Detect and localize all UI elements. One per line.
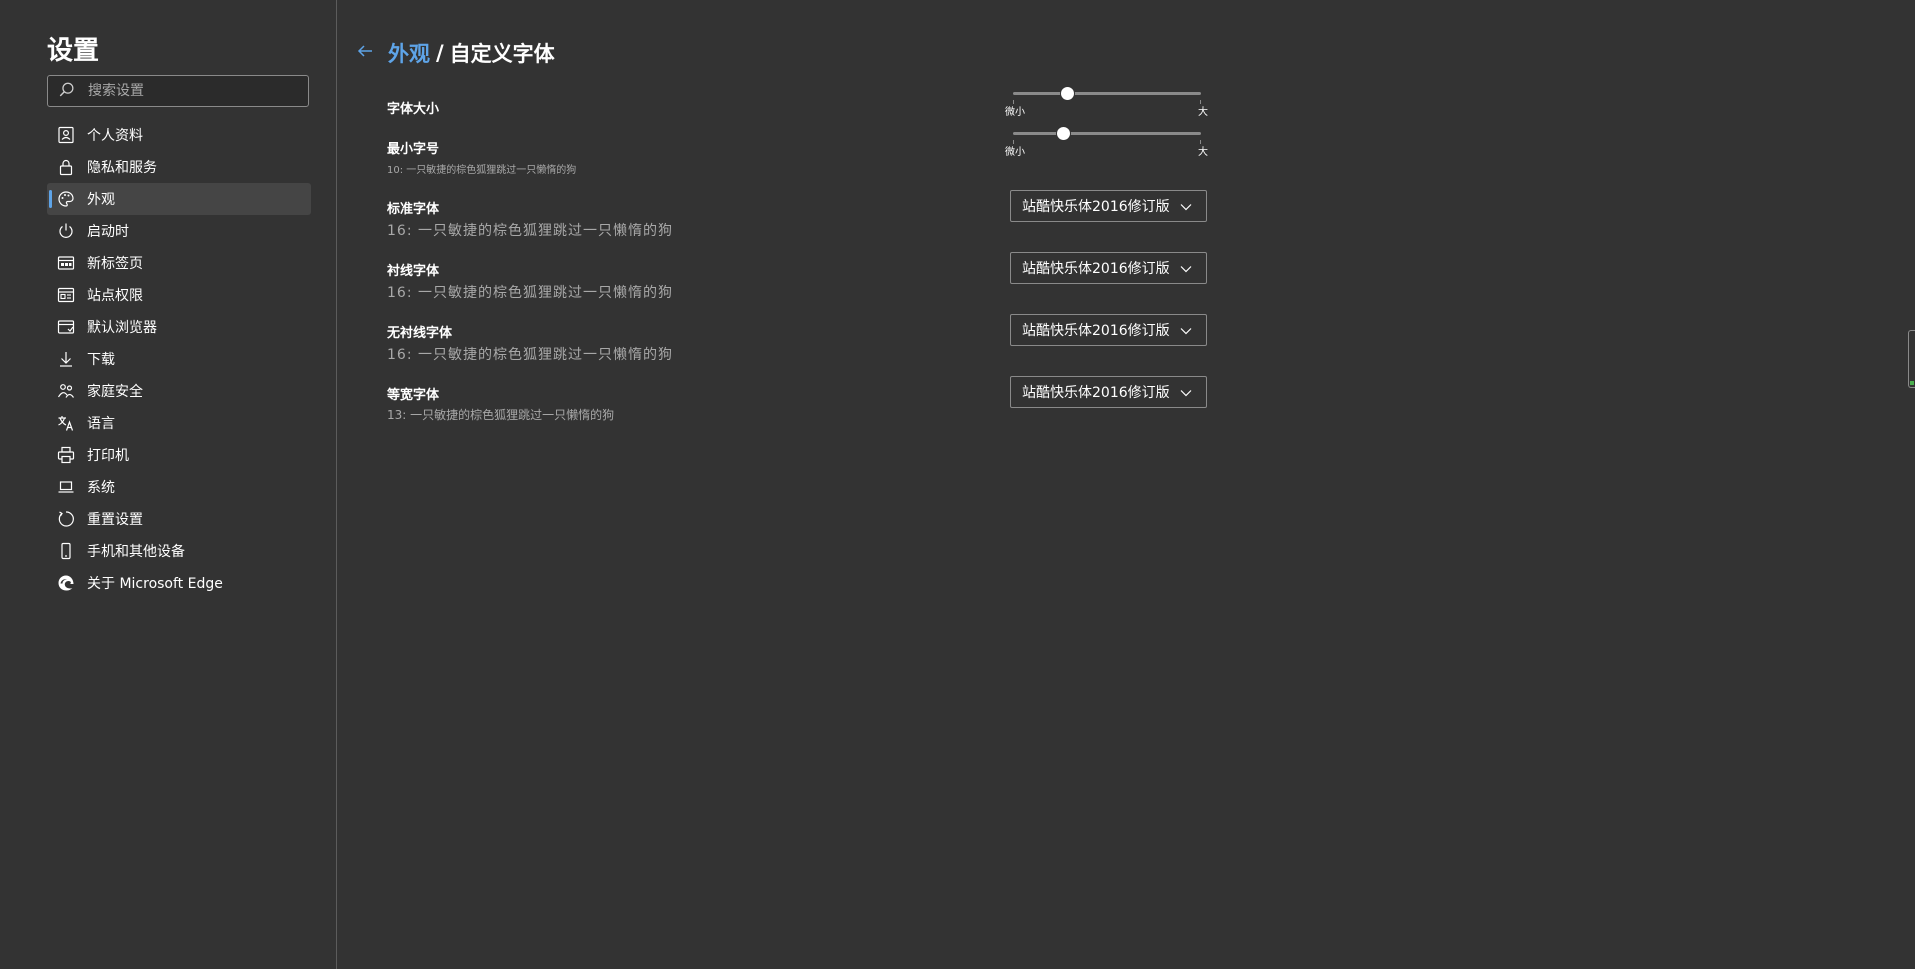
back-button[interactable] [356,41,388,66]
sidebar-title: 设置 [47,36,100,66]
sans-serif-font-dropdown[interactable]: 站酷快乐体2016修订版 [1010,314,1207,346]
sidebar-item-new-tab[interactable]: 新标签页 [47,247,311,279]
breadcrumb-current: 自定义字体 [449,42,555,66]
serif-font-sample: 16: 一只敏捷的棕色狐狸跳过一只懒惰的狗 [387,285,673,301]
palette-icon [57,190,75,208]
download-icon [57,350,75,368]
serif-font-label: 衬线字体 [387,264,440,279]
fixed-width-font-label: 等宽字体 [387,388,440,403]
sidebar-item-default-browser[interactable]: 默认浏览器 [47,311,311,343]
slider-thumb[interactable] [1059,86,1075,101]
sidebar-item-label: 外观 [87,192,115,208]
page-title: 外观 / 自定义字体 [356,38,555,68]
sidebar-item-label: 关于 Microsoft Edge [87,576,223,592]
back-arrow-icon [357,44,372,57]
chevron-down-icon [1180,266,1192,273]
sidebar-item-profile[interactable]: 个人资料 [47,119,311,151]
lock-icon [57,158,75,176]
sidebar-item-label: 默认浏览器 [87,320,157,336]
sidebar-item-downloads[interactable]: 下载 [47,343,311,375]
printer-icon [57,446,75,464]
sidebar-item-reset[interactable]: 重置设置 [47,503,311,535]
sidebar-item-printers[interactable]: 打印机 [47,439,311,471]
sans-serif-font-label: 无衬线字体 [387,326,453,341]
sidebar-item-family-safety[interactable]: 家庭安全 [47,375,311,407]
power-icon [57,222,75,240]
sidebar-item-label: 系统 [87,480,115,496]
font-size-slider[interactable]: 微小 大 [1005,86,1208,118]
sidebar-item-site-permissions[interactable]: 站点权限 [47,279,311,311]
sidebar-item-label: 个人资料 [87,128,143,144]
sidebar-item-label: 重置设置 [87,512,143,528]
search-icon [58,81,78,101]
sidebar-item-appearance[interactable]: 外观 [47,183,311,215]
slider-max-label: 大 [1198,147,1208,158]
standard-font-dropdown[interactable]: 站酷快乐体2016修订版 [1010,190,1207,222]
slider-track [1013,132,1201,135]
chevron-down-icon [1180,328,1192,335]
customize-fonts-panel: 外观 / 自定义字体 字体大小 微小 大 最小字号 10: 一只敏捷的棕色狐狸跳… [337,0,1915,969]
fixed-width-font-sample: 13: 一只敏捷的棕色狐狸跳过一只懒惰的狗 [387,408,615,422]
edge-logo-icon [57,574,75,592]
site-permissions-icon [57,286,75,304]
language-icon [57,414,75,432]
sidebar-item-phone-devices[interactable]: 手机和其他设备 [47,535,311,567]
fixed-width-font-dropdown[interactable]: 站酷快乐体2016修订版 [1010,376,1207,408]
min-font-size-slider[interactable]: 微小 大 [1005,126,1208,158]
phone-icon [57,542,75,560]
serif-font-dropdown[interactable]: 站酷快乐体2016修订版 [1010,252,1207,284]
sidebar-item-language[interactable]: 语言 [47,407,311,439]
dropdown-value: 站酷快乐体2016修订版 [1022,323,1170,339]
sidebar-item-label: 语言 [87,416,115,432]
laptop-icon [57,478,75,496]
profile-icon [57,126,75,144]
standard-font-sample: 16: 一只敏捷的棕色狐狸跳过一只懒惰的狗 [387,223,673,239]
reset-icon [57,510,75,528]
sidebar-item-label: 打印机 [87,448,129,464]
dropdown-value: 站酷快乐体2016修订版 [1022,199,1170,215]
chevron-down-icon [1180,390,1192,397]
font-size-label: 字体大小 [387,102,440,117]
sidebar-item-system[interactable]: 系统 [47,471,311,503]
search-settings-box[interactable] [47,75,309,107]
sidebar-item-label: 隐私和服务 [87,160,157,176]
slider-track [1013,92,1201,95]
settings-sidebar: 设置 个人资料 隐私和服务 外观 [0,0,337,969]
min-font-size-label: 最小字号 [387,142,440,157]
slider-max-label: 大 [1198,107,1208,118]
search-settings-input[interactable] [86,82,300,100]
sidebar-item-label: 新标签页 [87,256,143,272]
standard-font-label: 标准字体 [387,202,440,217]
breadcrumb-separator: / [436,41,444,65]
sidebar-item-label: 站点权限 [87,288,143,304]
family-icon [57,382,75,400]
dropdown-value: 站酷快乐体2016修订版 [1022,385,1170,401]
sidebar-item-label: 手机和其他设备 [87,544,185,560]
settings-nav: 个人资料 隐私和服务 外观 启动时 新标签页 站点权限 默认浏览器 下载 家庭安… [47,119,311,599]
slider-min-label: 微小 [1005,147,1025,158]
sidebar-item-startup[interactable]: 启动时 [47,215,311,247]
min-font-size-sample: 10: 一只敏捷的棕色狐狸跳过一只懒惰的狗 [387,165,577,176]
breadcrumb-appearance-link[interactable]: 外观 [388,38,430,68]
slider-min-label: 微小 [1005,107,1025,118]
default-browser-icon [57,318,75,336]
sidebar-item-label: 启动时 [87,224,129,240]
edge-scroll-indicator[interactable] [1908,330,1915,388]
sidebar-item-privacy[interactable]: 隐私和服务 [47,151,311,183]
slider-thumb[interactable] [1055,126,1071,141]
new-tab-icon [57,254,75,272]
sidebar-item-about-edge[interactable]: 关于 Microsoft Edge [47,567,311,599]
dropdown-value: 站酷快乐体2016修订版 [1022,261,1170,277]
indicator-dot [1910,381,1914,385]
sidebar-item-label: 下载 [87,352,115,368]
sans-serif-font-sample: 16: 一只敏捷的棕色狐狸跳过一只懒惰的狗 [387,347,673,363]
chevron-down-icon [1180,204,1192,211]
sidebar-item-label: 家庭安全 [87,384,143,400]
